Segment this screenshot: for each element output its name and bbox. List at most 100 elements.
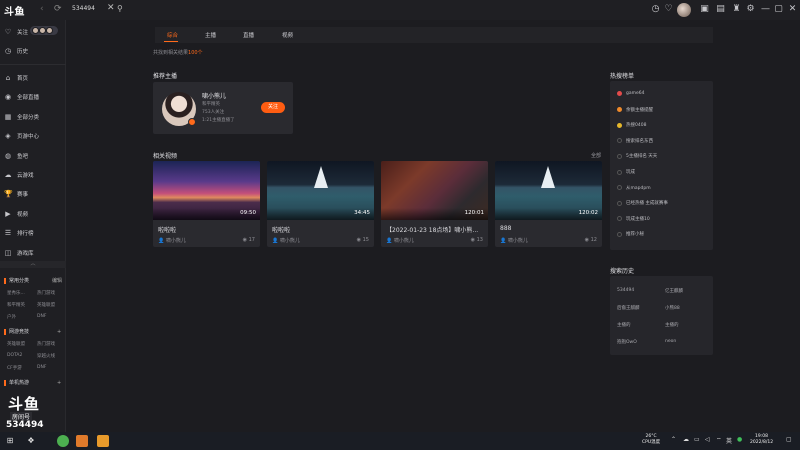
search-taskbar-icon[interactable]: ❖ — [25, 435, 37, 447]
category-link[interactable]: 和平精英 — [7, 302, 25, 308]
tab-live[interactable]: 直播 — [243, 31, 254, 39]
minimize-icon[interactable]: — — [760, 4, 771, 15]
hot-search-item[interactable]: 余额主播提醒 — [617, 107, 653, 113]
hot-search-item[interactable]: 玩成 — [617, 169, 635, 175]
tab-anchor[interactable]: 主播 — [205, 31, 216, 39]
add-icon[interactable]: + — [57, 329, 61, 335]
video-icon: ▶ — [5, 209, 11, 218]
sidebar-item-9[interactable]: ◫ 游戏库 — [4, 246, 34, 260]
hot-search-item[interactable]: 从mapdpm — [617, 185, 651, 191]
clock[interactable]: 19:08 2022/8/12 — [750, 434, 773, 446]
category-link[interactable]: 穿越火线 — [37, 353, 55, 359]
windows-start-icon[interactable]: ⊞ — [4, 435, 16, 447]
close-icon[interactable]: ✕ — [787, 4, 798, 15]
video-card[interactable]: 120:02 888 👤 啸小熊儿 ◉ 12 — [495, 161, 602, 247]
game-center-icon: ◈ — [5, 132, 11, 141]
sidebar-item-4[interactable]: ◍ 鱼吧 — [4, 149, 28, 163]
history-item[interactable]: 小熊88 — [665, 305, 680, 311]
video-title[interactable]: 888 — [500, 225, 597, 232]
sidebar-item-3[interactable]: ◈ 页游中心 — [4, 129, 39, 143]
sidebar-item-label: 赛事 — [17, 192, 29, 199]
wifi-icon[interactable]: ⌔ — [716, 436, 722, 444]
category-link[interactable]: 星秀乐... — [7, 290, 25, 296]
sidebar-item-1[interactable]: ◉ 全部直播 — [4, 90, 39, 104]
heart-icon[interactable]: ♡ — [663, 4, 674, 15]
cloud-icon[interactable]: ☁ — [683, 436, 689, 443]
video-author: 👤 啸小熊儿 — [386, 238, 414, 244]
video-title[interactable]: 啦啦啦 — [158, 225, 255, 234]
category-link[interactable]: DNF — [37, 314, 46, 319]
hot-search-item[interactable]: game64 — [617, 91, 645, 96]
app-icon[interactable] — [57, 435, 69, 447]
calendar-icon[interactable]: ▣ — [699, 4, 710, 15]
history-item[interactable]: 主播的 — [617, 322, 631, 328]
sidebar-item-7[interactable]: ▶ 视频 — [4, 207, 28, 221]
sidebar-item-2[interactable]: ▦ 全部分类 — [4, 110, 39, 124]
avatar — [46, 27, 53, 34]
maximize-icon[interactable]: ▢ — [773, 4, 784, 15]
sailboat-image — [541, 166, 555, 188]
video-card[interactable]: 09:50 啦啦啦 👤 啸小熊儿 ◉ 17 — [153, 161, 260, 247]
refresh-icon[interactable]: ⟳ — [54, 4, 62, 14]
category-link[interactable]: 户外 — [7, 314, 16, 320]
hot-search-item[interactable]: 已经热播 主成就赛事 — [617, 200, 668, 206]
app-icon[interactable] — [97, 435, 109, 447]
hot-search-item[interactable]: 搜索排名东西 — [617, 138, 653, 144]
sidebar-item-5[interactable]: ☁ 云游戏 — [4, 168, 34, 182]
sidebar-item-6[interactable]: 🏆 赛事 — [4, 187, 28, 201]
sidebar-item-follow[interactable]: ♡ 关注 — [4, 25, 28, 39]
history-item[interactable]: 主播的 — [665, 322, 679, 328]
search-input[interactable]: 534494 — [72, 5, 95, 12]
clear-search-icon[interactable]: ✕ — [107, 3, 115, 13]
message-icon[interactable]: ▤ — [715, 4, 726, 15]
category-link[interactable]: 英雄联盟 — [7, 341, 25, 347]
tab-video[interactable]: 视频 — [282, 31, 293, 39]
category-link[interactable]: 热门游戏 — [37, 290, 55, 296]
followed-anchors-avatars[interactable] — [30, 26, 58, 35]
history-item[interactable]: 后裔王麒麟 — [617, 305, 640, 311]
search-icon[interactable]: ⚲ — [117, 4, 123, 13]
video-card[interactable]: 34:45 啦啦啦 👤 啸小熊儿 ◉ 15 — [267, 161, 374, 247]
notification-icon[interactable]: ▢ — [786, 436, 792, 443]
sidebar-item-8[interactable]: ☰ 排行榜 — [4, 226, 34, 240]
video-title[interactable]: 啦啦啦 — [272, 225, 369, 234]
douyu-app-icon[interactable] — [76, 435, 88, 447]
all-videos-link[interactable]: 全部 — [591, 152, 601, 159]
category-link[interactable]: 英雄联盟 — [37, 302, 55, 308]
chevron-up-icon[interactable]: ⌃ — [671, 436, 676, 443]
collapse-toggle[interactable]: ︿ — [0, 261, 66, 268]
sidebar-item-0[interactable]: ⌂ 首页 — [4, 71, 28, 85]
history-item[interactable]: neon — [665, 339, 676, 344]
tab-all[interactable]: 综合 — [167, 31, 178, 39]
video-title[interactable]: 【2022-01-23 18点场】啸小熊... — [386, 225, 483, 234]
history-item[interactable]: 抱抱OwO — [617, 339, 637, 345]
history-icon[interactable]: ◷ — [650, 4, 661, 15]
edit-button[interactable]: 编辑 — [52, 277, 62, 284]
hot-search-item[interactable]: 5主播排名 天天 — [617, 153, 657, 159]
section-title-videos: 相关视频 — [153, 153, 178, 160]
hot-search-item[interactable]: 推荐小秘 — [617, 231, 644, 237]
hot-search-item[interactable]: 玩成主播10 — [617, 216, 650, 222]
add-icon[interactable]: + — [57, 380, 61, 386]
anchor-name[interactable]: 啸小熊儿 — [202, 91, 226, 100]
network-icon[interactable]: ▭ — [694, 436, 700, 443]
speaker-icon[interactable]: ◁ — [705, 436, 710, 443]
input-lang[interactable]: 英 — [726, 436, 732, 445]
category-link[interactable]: DNF — [37, 365, 46, 370]
settings-icon[interactable]: ⚙ — [745, 4, 756, 15]
category-link[interactable]: DOTA2 — [7, 353, 22, 358]
category-link[interactable]: CF手游 — [7, 365, 22, 371]
douyu-logo[interactable]: 斗鱼 — [4, 3, 32, 18]
tray-app-icon[interactable]: ● — [737, 436, 742, 443]
sidebar-item-history[interactable]: ◷ 历史 — [4, 44, 28, 58]
category-link[interactable]: 热门游戏 — [37, 341, 55, 347]
history-item[interactable]: 534494 — [617, 288, 634, 293]
back-icon[interactable]: ‹ — [40, 4, 44, 14]
hot-search-item[interactable]: 热搜0408 — [617, 122, 646, 128]
avatar[interactable] — [677, 3, 691, 17]
skin-icon[interactable]: ♜ — [731, 4, 742, 15]
video-card[interactable]: 120:01 【2022-01-23 18点场】啸小熊... 👤 啸小熊儿 ◉ … — [381, 161, 488, 247]
history-item[interactable]: 亿王麒麟 — [665, 288, 683, 294]
follow-button[interactable]: 关注 — [261, 102, 285, 113]
anchor-card[interactable]: 啸小熊儿 和平精英 753人关注 1:21主播直播了 关注 — [153, 82, 293, 134]
